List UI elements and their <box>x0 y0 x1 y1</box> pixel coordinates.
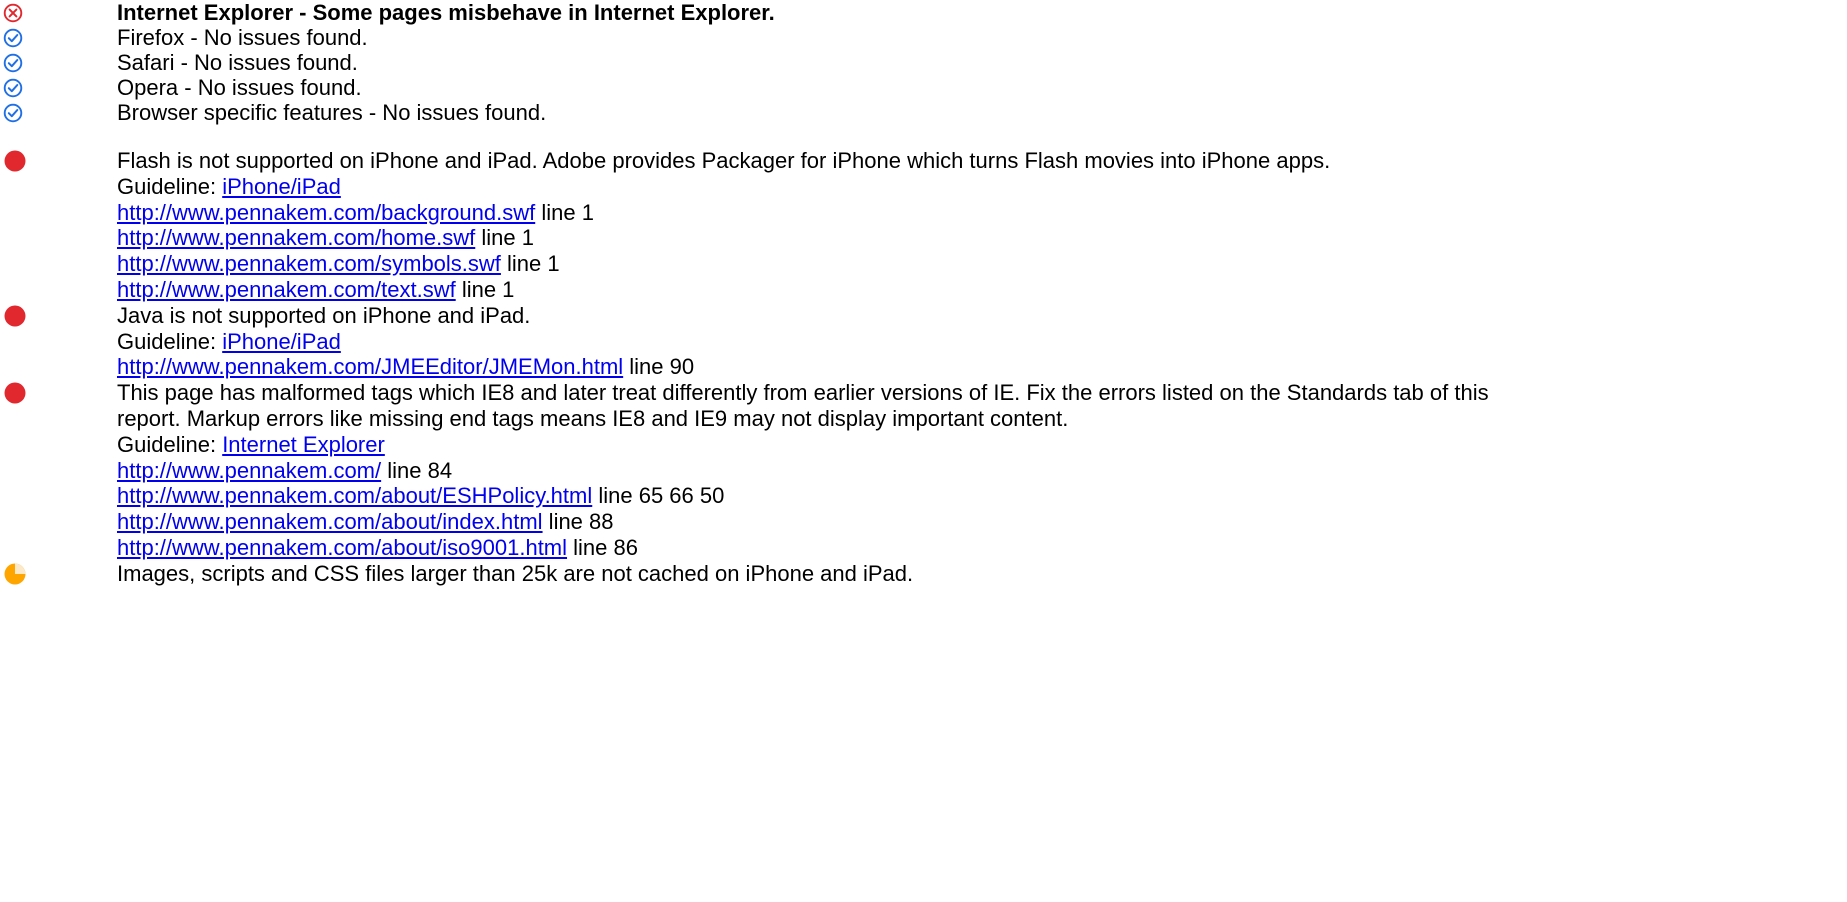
page-url-link[interactable]: http://www.pennakem.com/about/iso9001.ht… <box>117 535 567 560</box>
issue-description: This page has malformed tags which IE8 a… <box>117 380 1489 431</box>
summary-row-browser-specific: Browser specific features - No issues fo… <box>0 100 1847 125</box>
guideline-line: Guideline: iPhone/iPad <box>117 174 1847 200</box>
page-line: http://www.pennakem.com/about/index.html… <box>117 509 1847 535</box>
guideline-link[interactable]: Internet Explorer <box>222 432 385 457</box>
guideline-label: Guideline: <box>117 328 223 354</box>
summary-row-opera: Opera - No issues found. <box>0 75 1847 100</box>
issue-description: Flash is not supported on iPhone and iPa… <box>117 148 1331 173</box>
page-line: http://www.pennakem.com/JMEEditor/JMEMon… <box>117 354 1847 380</box>
page-line: http://www.pennakem.com/about/iso9001.ht… <box>117 535 1847 561</box>
issue-flash: Flash is not supported on iPhone and iPa… <box>0 148 1847 303</box>
page-url-link[interactable]: http://www.pennakem.com/home.swf <box>117 225 475 250</box>
ok-check-icon <box>3 103 23 123</box>
guideline-line: Guideline: Internet Explorer <box>117 432 1847 458</box>
line-numbers: line 1 <box>475 225 534 251</box>
summary-text: Internet Explorer - Some pages misbehave… <box>117 0 775 25</box>
guideline-line: Guideline: iPhone/iPad <box>117 329 1847 355</box>
orange-pie-icon <box>4 563 26 585</box>
line-numbers: line 90 <box>623 354 695 380</box>
line-numbers: line 65 66 50 <box>592 483 725 509</box>
line-numbers: line 1 <box>455 276 515 302</box>
guideline-link[interactable]: iPhone/iPad <box>222 329 341 354</box>
summary-row-firefox: Firefox - No issues found. <box>0 25 1847 50</box>
summary-text: Safari - No issues found. <box>117 50 358 75</box>
issue-description: Java is not supported on iPhone and iPad… <box>117 302 531 328</box>
red-dot-icon <box>4 305 26 327</box>
page-line: http://www.pennakem.com/symbols.swf line… <box>117 251 1847 277</box>
summary-row-safari: Safari - No issues found. <box>0 50 1847 75</box>
issues-list: Flash is not supported on iPhone and iPa… <box>0 148 1847 587</box>
summary-text: Browser specific features - No issues fo… <box>117 100 547 125</box>
issue-malformed-tags: This page has malformed tags which IE8 a… <box>0 380 1847 561</box>
browser-summary-list: Internet Explorer - Some pages misbehave… <box>0 0 1847 125</box>
page-url-link[interactable]: http://www.pennakem.com/text.swf <box>117 277 456 302</box>
summary-text: Opera - No issues found. <box>117 75 362 100</box>
red-dot-icon <box>4 382 26 404</box>
issue-caching: Images, scripts and CSS files larger tha… <box>0 561 1847 587</box>
page-line: http://www.pennakem.com/ line 84 <box>117 458 1847 484</box>
issue-java: Java is not supported on iPhone and iPad… <box>0 303 1847 380</box>
line-numbers: line 1 <box>500 251 560 277</box>
guideline-label: Guideline: <box>117 431 223 457</box>
issue-description: Images, scripts and CSS files larger tha… <box>117 560 914 586</box>
error-circle-x-icon <box>3 3 23 23</box>
page-line: http://www.pennakem.com/about/ESHPolicy.… <box>117 483 1847 509</box>
page-url-link[interactable]: http://www.pennakem.com/about/index.html <box>117 509 543 534</box>
ok-check-icon <box>3 53 23 73</box>
line-numbers: line 84 <box>381 457 453 483</box>
line-numbers: line 86 <box>567 534 638 560</box>
page-url-link[interactable]: http://www.pennakem.com/background.swf <box>117 200 535 225</box>
summary-text: Firefox - No issues found. <box>117 25 368 50</box>
page-line: http://www.pennakem.com/background.swf l… <box>117 200 1847 226</box>
line-numbers: line 1 <box>535 199 594 225</box>
page-line: http://www.pennakem.com/home.swf line 1 <box>117 225 1847 251</box>
ok-check-icon <box>3 78 23 98</box>
page-line: http://www.pennakem.com/text.swf line 1 <box>117 277 1847 303</box>
red-dot-icon <box>4 150 26 172</box>
page-url-link[interactable]: http://www.pennakem.com/ <box>117 458 381 483</box>
ok-check-icon <box>3 28 23 48</box>
page-url-link[interactable]: http://www.pennakem.com/JMEEditor/JMEMon… <box>117 354 623 379</box>
summary-row-internet-explorer: Internet Explorer - Some pages misbehave… <box>0 0 1847 25</box>
guideline-label: Guideline: <box>117 173 223 199</box>
guideline-link[interactable]: iPhone/iPad <box>222 174 341 199</box>
page-url-link[interactable]: http://www.pennakem.com/symbols.swf <box>117 251 501 276</box>
page-url-link[interactable]: http://www.pennakem.com/about/ESHPolicy.… <box>117 483 592 508</box>
line-numbers: line 88 <box>542 509 614 535</box>
